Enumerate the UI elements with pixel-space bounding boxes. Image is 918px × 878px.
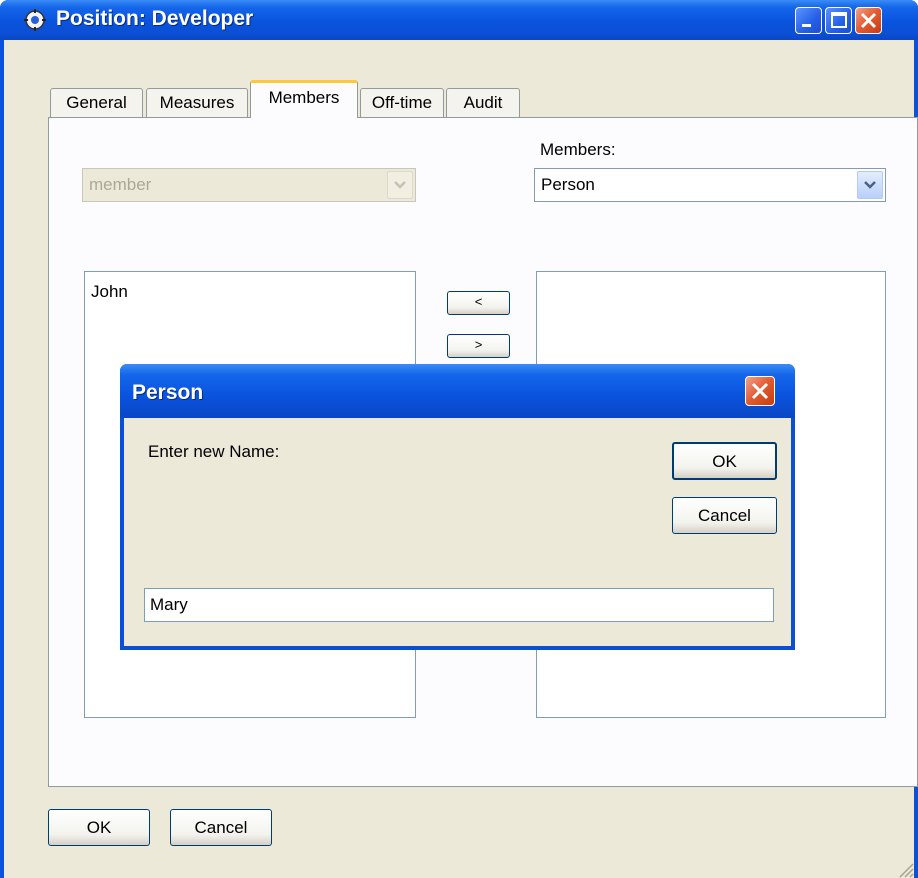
member-type-combo: member <box>82 168 416 202</box>
person-dialog: Person Enter new Name: OK Cancel Mary <box>120 364 795 650</box>
minimize-button[interactable] <box>795 7 822 34</box>
close-icon <box>860 12 877 29</box>
tab-members[interactable]: Members <box>250 80 358 118</box>
members-combo[interactable]: Person <box>534 168 886 202</box>
chevron-down-icon <box>387 171 413 199</box>
maximize-icon <box>831 12 847 28</box>
tab-audit[interactable]: Audit <box>446 88 520 118</box>
move-left-button[interactable]: < <box>447 291 510 315</box>
close-icon <box>751 382 769 400</box>
ok-button[interactable]: OK <box>48 809 150 846</box>
name-input-value: Mary <box>150 595 188 614</box>
close-button[interactable] <box>855 7 882 34</box>
member-type-combo-value: member <box>89 175 152 194</box>
members-combo-value: Person <box>541 175 595 194</box>
tab-off-time[interactable]: Off-time <box>360 88 444 118</box>
tab-measures[interactable]: Measures <box>146 88 248 118</box>
resize-grip-icon[interactable] <box>896 860 914 878</box>
cancel-button[interactable]: Cancel <box>170 809 272 846</box>
dialog-ok-button[interactable]: OK <box>672 442 777 480</box>
dialog-title-bar[interactable]: Person <box>120 364 795 418</box>
title-bar[interactable]: Position: Developer <box>0 0 918 40</box>
members-label: Members: <box>540 140 616 159</box>
app-icon <box>24 9 46 31</box>
move-right-button[interactable]: > <box>447 334 510 358</box>
minimize-icon <box>802 24 811 27</box>
window-title: Position: Developer <box>56 7 254 30</box>
dialog-close-button[interactable] <box>745 376 775 406</box>
maximize-button[interactable] <box>825 7 852 34</box>
list-item[interactable]: John <box>91 282 128 302</box>
tab-general[interactable]: General <box>50 88 143 118</box>
name-input[interactable]: Mary <box>144 588 774 622</box>
dialog-body: Enter new Name: OK Cancel Mary <box>124 418 791 646</box>
dialog-cancel-button[interactable]: Cancel <box>672 497 777 534</box>
chevron-down-icon[interactable] <box>857 171 883 199</box>
dialog-title: Person <box>132 381 204 404</box>
dialog-prompt: Enter new Name: <box>148 442 280 461</box>
